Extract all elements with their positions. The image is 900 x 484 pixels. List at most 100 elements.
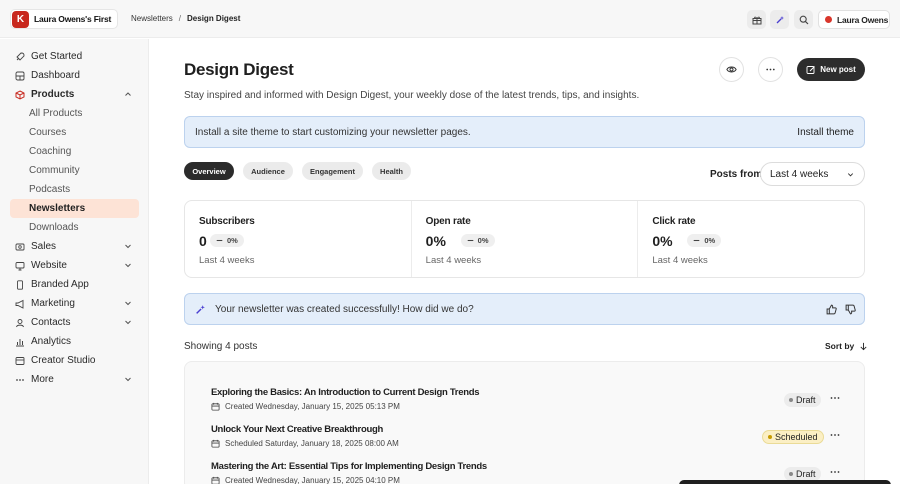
sidebar-item-label: Analytics xyxy=(31,336,72,347)
page-title: Design Digest xyxy=(184,60,294,79)
stat-period: Last 4 weeks xyxy=(199,255,255,266)
breadcrumb-separator: / xyxy=(178,14,182,23)
chevron-down-icon xyxy=(847,173,854,177)
sidebar-item-dashboard[interactable]: Dashboard xyxy=(10,66,139,85)
stat-value: 0% xyxy=(425,233,446,249)
sidebar-sub-newsletters[interactable]: Newsletters xyxy=(10,199,139,218)
install-theme-link[interactable]: Install theme xyxy=(797,127,854,138)
stat-change-badge: 0% xyxy=(460,234,495,247)
sidebar-sub-podcasts[interactable]: Podcasts xyxy=(10,180,139,199)
sidebar-item-get-started[interactable]: Get Started xyxy=(10,47,139,66)
ellipsis-icon xyxy=(15,375,25,385)
breadcrumb: Newsletters / Design Digest xyxy=(131,14,240,23)
sidebar-item-marketing[interactable]: Marketing xyxy=(10,294,139,313)
sidebar-sub-courses[interactable]: Courses xyxy=(10,123,139,142)
sparkle-icon xyxy=(196,304,205,314)
sidebar-item-website[interactable]: Website xyxy=(10,256,139,275)
sidebar-item-more[interactable]: More xyxy=(10,370,139,389)
stat-label: Open rate xyxy=(425,216,471,227)
calendar-icon xyxy=(211,402,220,411)
sidebar-sub-all-products[interactable]: All Products xyxy=(10,104,139,123)
user-menu[interactable]: Laura Owens xyxy=(818,10,890,29)
calendar-icon xyxy=(211,476,220,484)
minus-icon xyxy=(467,239,473,242)
post-title[interactable]: Unlock Your Next Creative Breakthrough xyxy=(211,424,383,435)
sort-by-button[interactable]: Sort by xyxy=(825,341,868,351)
page-subtitle: Stay inspired and informed with Design D… xyxy=(184,90,640,101)
stat-open-rate: Open rate 0% 0% Last 4 weeks xyxy=(412,201,639,277)
sidebar-sub-downloads[interactable]: Downloads xyxy=(10,218,139,237)
stat-change-badge: 0% xyxy=(210,234,244,247)
tab-engagement[interactable]: Engagement xyxy=(302,162,363,180)
monitor-icon xyxy=(15,261,25,271)
status-text: Scheduled xyxy=(775,432,818,442)
tab-audience[interactable]: Audience xyxy=(243,162,293,180)
status-badge: Draft xyxy=(784,467,821,481)
ellipsis-icon[interactable] xyxy=(830,396,840,400)
post-date: Created Wednesday, January 15, 2025 04:1… xyxy=(225,476,400,484)
status-badge: Draft xyxy=(784,393,821,407)
sidebar-item-label: Products xyxy=(31,89,75,100)
chevron-up-icon xyxy=(125,92,131,96)
avatar xyxy=(825,16,832,23)
phone-icon xyxy=(15,279,25,290)
preview-button[interactable] xyxy=(719,57,744,82)
post-title[interactable]: Exploring the Basics: An Introduction to… xyxy=(211,387,479,398)
more-options-button[interactable] xyxy=(758,57,783,82)
stat-value: 0 xyxy=(199,233,207,249)
stat-label: Click rate xyxy=(652,216,696,227)
gift-button[interactable] xyxy=(747,10,766,29)
post-meta: Created Wednesday, January 15, 2025 05:1… xyxy=(211,402,400,411)
sidebar-item-sales[interactable]: Sales xyxy=(10,237,139,256)
thumbs-up-icon[interactable] xyxy=(826,304,837,315)
sidebar-item-label: Website xyxy=(31,260,67,271)
eye-icon xyxy=(726,66,737,73)
theme-banner-text: Install a site theme to start customizin… xyxy=(195,126,471,138)
tab-overview[interactable]: Overview xyxy=(184,162,234,180)
sidebar-item-label: Marketing xyxy=(31,298,75,309)
thumbs-down-icon[interactable] xyxy=(845,304,856,315)
brand-switcher[interactable]: K Laura Owens's First xyxy=(10,9,119,29)
new-post-button[interactable]: New post xyxy=(797,58,865,81)
sidebar-item-label: Creator Studio xyxy=(31,355,96,366)
feedback-text: Your newsletter was created successfully… xyxy=(215,303,474,315)
stat-label: Subscribers xyxy=(199,216,255,227)
rocket-icon xyxy=(15,52,25,62)
posts-list: Exploring the Basics: An Introduction to… xyxy=(184,361,865,484)
sidebar-item-products[interactable]: Products xyxy=(10,85,139,104)
search-button[interactable] xyxy=(794,10,813,29)
sidebar: Get Started Dashboard Products All Produ… xyxy=(0,39,149,484)
date-range-select[interactable]: Last 4 weeks xyxy=(760,162,865,186)
search-icon xyxy=(799,15,808,24)
sidebar-item-creator-studio[interactable]: Creator Studio xyxy=(10,351,139,370)
magic-button[interactable] xyxy=(770,10,789,29)
status-dot xyxy=(789,472,793,476)
brand-logo-icon: K xyxy=(12,10,29,28)
sidebar-sub-community[interactable]: Community xyxy=(10,161,139,180)
stat-click-rate: Click rate 0% 0% Last 4 weeks xyxy=(638,201,864,277)
theme-banner: Install a site theme to start customizin… xyxy=(184,116,865,148)
stat-change: 0% xyxy=(704,236,716,245)
ellipsis-icon[interactable] xyxy=(830,433,840,437)
ellipsis-icon[interactable] xyxy=(830,470,840,474)
user-name: Laura Owens xyxy=(837,14,889,25)
sidebar-item-label: Dashboard xyxy=(31,70,80,81)
megaphone-icon xyxy=(15,299,25,309)
tab-health[interactable]: Health xyxy=(372,162,411,180)
post-date: Scheduled Saturday, January 18, 2025 08:… xyxy=(225,439,399,448)
post-title[interactable]: Mastering the Art: Essential Tips for Im… xyxy=(211,461,487,472)
minus-icon xyxy=(216,239,223,242)
stat-period: Last 4 weeks xyxy=(652,255,708,266)
sidebar-sub-coaching[interactable]: Coaching xyxy=(10,142,139,161)
sidebar-item-label: Sales xyxy=(31,241,57,252)
bottom-toast xyxy=(679,480,891,484)
sort-by-label: Sort by xyxy=(825,341,855,351)
sidebar-item-analytics[interactable]: Analytics xyxy=(10,332,139,351)
sidebar-item-contacts[interactable]: Contacts xyxy=(10,313,139,332)
arrow-down-icon xyxy=(860,342,867,350)
feedback-banner: Your newsletter was created successfully… xyxy=(184,293,865,325)
chevron-down-icon xyxy=(125,263,131,268)
stats-card: Subscribers 0 0% Last 4 weeks Open rate … xyxy=(184,200,865,278)
breadcrumb-newsletters[interactable]: Newsletters xyxy=(131,14,173,23)
sidebar-item-branded-app[interactable]: Branded App xyxy=(10,275,139,294)
